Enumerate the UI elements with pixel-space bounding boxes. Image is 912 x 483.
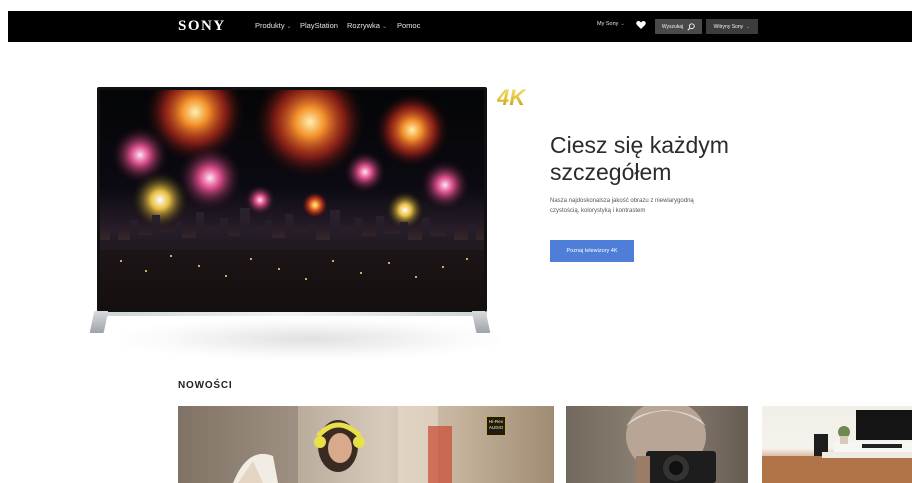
- nav-item-label: PlayStation: [300, 21, 338, 30]
- top-navigation-bar: SONY Produkty ⌄ PlayStation Rozrywka ⌄ Pom…: [8, 11, 912, 42]
- chevron-down-icon: ⌄: [746, 23, 751, 30]
- tv-bottom-bezel: [97, 312, 487, 316]
- tv-stand-left: [89, 311, 109, 333]
- search-button[interactable]: Wyszukaj: [655, 19, 702, 34]
- heart-icon[interactable]: [636, 20, 646, 30]
- nav-item-label: Rozrywka: [347, 21, 380, 30]
- search-icon: [687, 22, 695, 31]
- news-tile-tv-soundbar[interactable]: [762, 406, 912, 483]
- my-sony-label: My Sony: [597, 21, 619, 27]
- search-label: Wyszukaj: [661, 23, 684, 30]
- nav-item-produkty[interactable]: Produkty ⌄: [255, 21, 292, 30]
- chevron-down-icon: ⌄: [381, 24, 387, 30]
- nav-item-pomoc[interactable]: Pomoc: [397, 21, 420, 30]
- tv-screen-fireworks: [100, 90, 484, 306]
- explore-4k-tv-button[interactable]: Poznaj telewizory 4K: [550, 240, 634, 262]
- hi-res-badge-text: Hi-Res AUDIO: [488, 419, 504, 430]
- chevron-down-icon: ⌄: [286, 24, 292, 30]
- nav-item-rozrywka[interactable]: Rozrywka ⌄: [347, 21, 387, 30]
- tv-reflection: [120, 318, 500, 360]
- hero-description: Nasza najdoskonalsza jakość obrazu z nie…: [550, 198, 694, 214]
- news-tile-camera[interactable]: [566, 406, 748, 483]
- nav-item-label: Pomoc: [397, 21, 421, 30]
- sony-logo[interactable]: SONY: [178, 18, 226, 35]
- nav-item-label: Produkty: [255, 21, 285, 30]
- hi-res-audio-badge: Hi-Res AUDIO: [486, 416, 506, 436]
- sony-sites-dropdown[interactable]: Witryny Sony ⌄: [706, 19, 758, 34]
- fireworks-image: [100, 90, 484, 306]
- tv-soundbar-image: [762, 410, 912, 483]
- tv-image[interactable]: [97, 87, 487, 312]
- hero-title: Ciesz się każdym szczegółem: [550, 132, 729, 185]
- nav-item-playstation[interactable]: PlayStation: [300, 21, 338, 30]
- 4k-logo: 4K: [497, 86, 527, 108]
- news-section-title: NOWOŚCI: [178, 380, 233, 391]
- sites-label: Witryny Sony: [713, 23, 744, 30]
- man-with-camera-image: [566, 406, 748, 483]
- my-sony-link[interactable]: My Sony ⌄: [597, 21, 625, 27]
- chevron-down-icon: ⌄: [620, 21, 626, 27]
- 4k-logo-text: 4K: [497, 86, 527, 108]
